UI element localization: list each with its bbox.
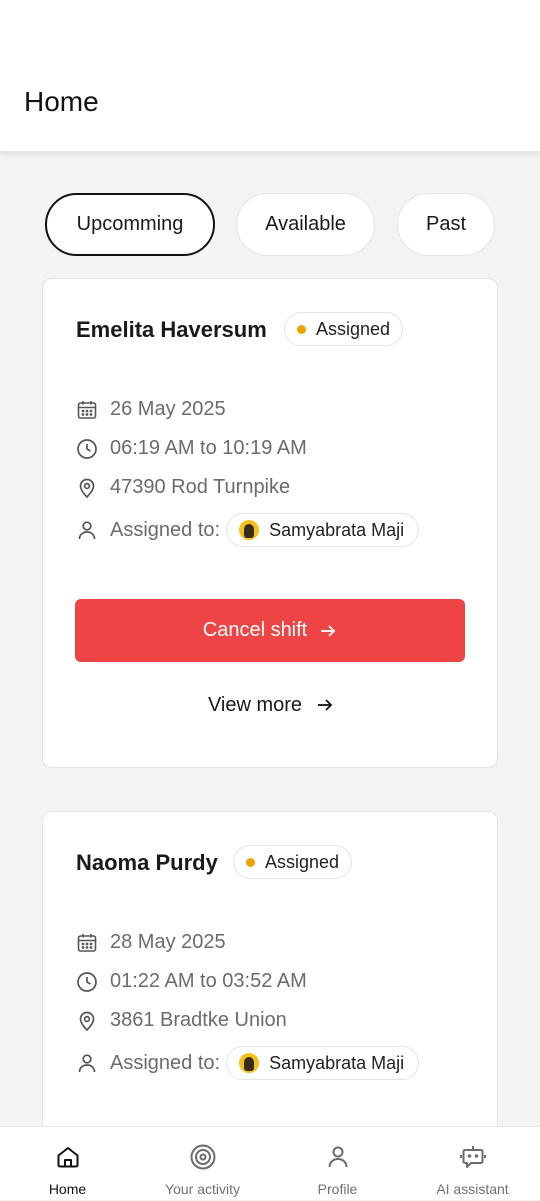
client-name: Naoma Purdy — [76, 850, 218, 875]
robot-icon — [459, 1143, 487, 1171]
bottom-nav: Home Your activity Profile AI assistant — [0, 1126, 540, 1200]
tab-upcoming[interactable]: Upcomming — [45, 193, 215, 256]
shift-date: 26 May 2025 — [110, 398, 226, 420]
status-label: Assigned — [316, 318, 391, 339]
page-title: Home — [24, 86, 99, 117]
nav-home[interactable]: Home — [0, 1127, 135, 1201]
target-icon — [189, 1143, 217, 1171]
shift-card: Emelita Haversum Assigned 26 May 2025 06… — [42, 278, 498, 768]
app-header: Home — [0, 0, 540, 151]
arrow-right-icon — [319, 622, 337, 640]
assigned-label: Assigned to: — [110, 518, 221, 541]
assignee-chip: Samyabrata Maji — [226, 1046, 420, 1080]
status-badge: Assigned — [284, 312, 404, 346]
nav-ai-label: AI assistant — [436, 1181, 509, 1197]
nav-ai-assistant[interactable]: AI assistant — [405, 1127, 540, 1201]
shift-date: 28 May 2025 — [110, 931, 226, 953]
date-row: 26 May 2025 — [76, 398, 226, 421]
client-name: Emelita Haversum — [76, 317, 267, 342]
person-icon — [76, 519, 98, 541]
status-dot — [297, 324, 306, 334]
tab-available[interactable]: Available — [236, 193, 375, 256]
address-row: 3861 Bradtke Union — [76, 1009, 287, 1032]
location-pin-icon — [76, 1010, 98, 1032]
tab-past[interactable]: Past — [397, 193, 495, 256]
time-row: 06:19 AM to 10:19 AM — [76, 437, 307, 460]
status-badge: Assigned — [233, 845, 353, 879]
assigned-label: Assigned to: — [110, 1051, 221, 1074]
cancel-shift-button[interactable]: Cancel shift — [75, 599, 465, 662]
view-more-link[interactable]: View more — [43, 689, 497, 721]
person-icon — [76, 1052, 98, 1074]
assignee-chip: Samyabrata Maji — [226, 513, 420, 547]
assignee-name: Samyabrata Maji — [269, 1052, 405, 1073]
shift-card: Naoma Purdy Assigned 28 May 2025 01:22 A… — [42, 811, 498, 1141]
assignee-name: Samyabrata Maji — [269, 519, 405, 540]
clock-icon — [76, 971, 98, 993]
calendar-icon — [76, 399, 98, 421]
user-icon — [325, 1143, 351, 1171]
calendar-icon — [76, 932, 98, 954]
home-icon — [55, 1143, 81, 1171]
status-dot — [246, 857, 255, 867]
view-more-label: View more — [207, 693, 303, 716]
shift-time: 06:19 AM to 10:19 AM — [110, 437, 307, 459]
assigned-row: Assigned to: Samyabrata Maji — [76, 1046, 420, 1080]
clock-icon — [76, 438, 98, 460]
avatar — [239, 1053, 260, 1073]
shift-address: 47390 Rod Turnpike — [110, 476, 291, 498]
status-label: Assigned — [265, 851, 340, 872]
nav-home-label: Home — [48, 1181, 87, 1197]
arrow-right-icon — [316, 696, 334, 714]
shift-address: 3861 Bradtke Union — [110, 1009, 287, 1031]
time-row: 01:22 AM to 03:52 AM — [76, 970, 307, 993]
cancel-shift-label: Cancel shift — [202, 619, 308, 641]
nav-profile[interactable]: Profile — [270, 1127, 405, 1201]
location-pin-icon — [76, 477, 98, 499]
date-row: 28 May 2025 — [76, 931, 226, 954]
nav-your-activity[interactable]: Your activity — [135, 1127, 270, 1201]
nav-activity-label: Your activity — [165, 1181, 240, 1197]
nav-profile-label: Profile — [317, 1181, 358, 1197]
assigned-row: Assigned to: Samyabrata Maji — [76, 513, 420, 547]
avatar — [239, 520, 260, 540]
shift-time: 01:22 AM to 03:52 AM — [110, 970, 307, 992]
address-row: 47390 Rod Turnpike — [76, 476, 290, 499]
